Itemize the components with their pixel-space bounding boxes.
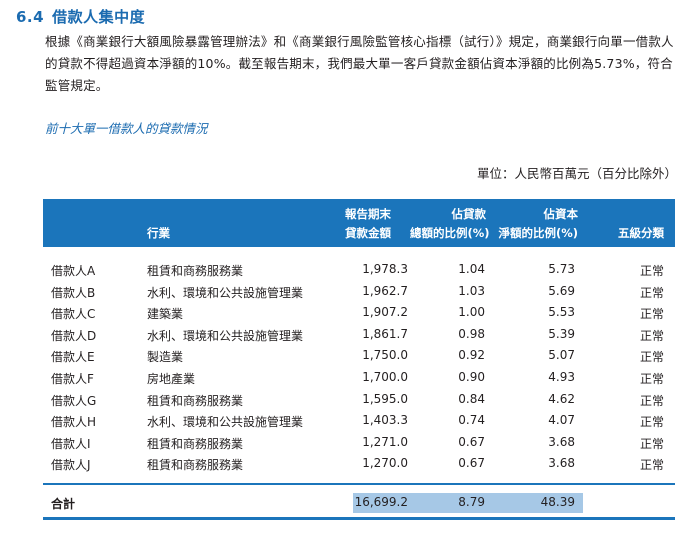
loan-amount: 1,700.0 [362,369,408,384]
header-pct-total-line2: 總額的比例(%) [410,226,490,240]
pct-of-total-loans: 0.84 [458,391,485,406]
loan-amount: 1,271.0 [362,434,408,449]
borrower-name: 借款人C [51,307,96,322]
borrower-industry: 租賃和商務服務業 [147,458,244,473]
header-amount-line2: 貸款金額 [345,226,391,240]
table-row: 借款人H 水利、環境和公共設施管理業 1,403.3 0.74 4.07 正常 [43,410,675,432]
loan-amount: 1,978.3 [362,262,408,276]
table-row: 借款人D 水利、環境和公共設施管理業 1,861.7 0.98 5.39 正常 [43,324,675,346]
borrower-name: 借款人F [51,371,94,386]
loan-amount: 1,907.2 [362,305,408,320]
borrower-industry: 租賃和商務服務業 [147,436,244,451]
table-row: 借款人C 建築業 1,907.2 1.00 5.53 正常 [43,302,675,324]
table-header: 行業 報告期末 貸款金額 佔貸款 總額的比例(%) 佔資本 淨額的比例(%) 五… [43,199,675,247]
pct-of-net-capital: 3.68 [548,434,575,449]
loan-classification: 正常 [639,415,664,430]
header-classification: 五級分類 [618,226,664,240]
table-body: 借款人A 租賃和商務服務業 1,978.3 1.04 5.73 正常 借款人B … [43,259,675,475]
borrower-industry: 建築業 [147,307,184,322]
table-subtitle: 前十大單一借款人的貸款情況 [45,121,208,136]
loan-amount: 1,270.0 [362,456,408,471]
borrower-industry: 水利、環境和公共設施管理業 [147,415,304,430]
loan-amount: 1,750.0 [362,348,408,363]
pct-of-net-capital: 4.62 [548,391,575,406]
borrower-industry: 房地產業 [147,371,196,386]
header-amount: 報告期末 貸款金額 [339,205,391,243]
table-row: 借款人B 水利、環境和公共設施管理業 1,962.7 1.03 5.69 正常 [43,281,675,303]
pct-of-net-capital: 5.53 [548,305,575,320]
pct-of-net-capital: 5.69 [548,283,575,298]
loan-amount: 1,403.3 [362,413,408,428]
header-amount-line1: 報告期末 [345,207,391,221]
pct-of-total-loans: 1.03 [458,283,485,298]
table-row: 借款人A 租賃和商務服務業 1,978.3 1.04 5.73 正常 [43,259,675,281]
header-pct-net-line1: 佔資本 [543,207,579,221]
loan-classification: 正常 [639,307,664,322]
borrower-industry: 租賃和商務服務業 [147,393,244,408]
loan-classification: 正常 [639,328,664,343]
pct-of-net-capital: 5.39 [548,326,575,341]
borrower-industry: 水利、環境和公共設施管理業 [147,285,304,300]
loan-amount: 1,962.7 [362,283,408,298]
table-row: 借款人J 租賃和商務服務業 1,270.0 0.67 3.68 正常 [43,453,675,475]
header-industry: 行業 [147,226,170,240]
table-row: 借款人E 製造業 1,750.0 0.92 5.07 正常 [43,345,675,367]
borrower-name: 借款人J [51,458,91,473]
header-pct-total: 佔貸款 總額的比例(%) [410,205,490,243]
borrower-name: 借款人I [51,436,91,451]
pct-of-total-loans: 0.90 [458,369,485,384]
pct-of-net-capital: 5.73 [548,262,575,276]
unit-note: 單位：人民幣百萬元（百分比除外） [476,166,677,181]
pct-of-net-capital: 4.93 [548,369,575,384]
table-bottom-rule [43,517,675,520]
section-heading: 6.4 借款人集中度 [16,6,145,27]
header-pct-net: 佔資本 淨額的比例(%) [498,205,578,243]
table-row: 借款人F 房地產業 1,700.0 0.90 4.93 正常 [43,367,675,389]
loan-classification: 正常 [639,285,664,300]
pct-of-net-capital: 3.68 [548,456,575,471]
header-pct-net-line2: 淨額的比例(%) [498,226,578,240]
pct-of-total-loans: 1.04 [458,262,485,276]
total-label: 合計 [51,497,76,511]
loan-classification: 正常 [639,393,664,408]
total-amount: 16,699.2 [354,495,408,509]
intro-paragraph: 根據《商業銀行大額風險暴露管理辦法》和《商業銀行風險監管核心指標（試行）》規定，… [45,34,674,93]
loan-classification: 正常 [639,371,664,386]
table-row: 借款人G 租賃和商務服務業 1,595.0 0.84 4.62 正常 [43,389,675,411]
borrower-name: 借款人H [51,415,97,430]
total-pct-of-total-loans: 8.79 [458,495,485,509]
loan-amount: 1,595.0 [362,391,408,406]
total-row: 合計 16,699.2 8.79 48.39 [43,493,675,513]
borrower-industry: 水利、環境和公共設施管理業 [147,328,304,343]
pct-of-total-loans: 0.92 [458,348,485,363]
pct-of-total-loans: 0.74 [458,413,485,428]
borrower-industry: 租賃和商務服務業 [147,264,244,278]
loan-amount: 1,861.7 [362,326,408,341]
total-divider [43,483,675,485]
pct-of-total-loans: 1.00 [458,305,485,320]
borrower-name: 借款人G [51,393,97,408]
section-number: 6.4 [16,8,45,26]
borrower-industry: 製造業 [147,350,184,365]
borrower-name: 借款人A [51,264,96,278]
pct-of-net-capital: 5.07 [548,348,575,363]
pct-of-total-loans: 0.67 [458,434,485,449]
pct-of-total-loans: 0.98 [458,326,485,341]
section-title: 借款人集中度 [52,8,146,26]
header-pct-total-line1: 佔貸款 [451,207,487,221]
borrower-name: 借款人E [51,350,95,365]
table-row: 借款人I 租賃和商務服務業 1,271.0 0.67 3.68 正常 [43,432,675,454]
pct-of-net-capital: 4.07 [548,413,575,428]
loan-classification: 正常 [639,436,664,451]
loan-classification: 正常 [639,264,664,278]
total-pct-of-net-capital: 48.39 [540,495,575,509]
borrower-name: 借款人B [51,285,96,300]
loan-classification: 正常 [639,458,664,473]
loan-classification: 正常 [639,350,664,365]
borrower-name: 借款人D [51,328,97,343]
pct-of-total-loans: 0.67 [458,456,485,471]
